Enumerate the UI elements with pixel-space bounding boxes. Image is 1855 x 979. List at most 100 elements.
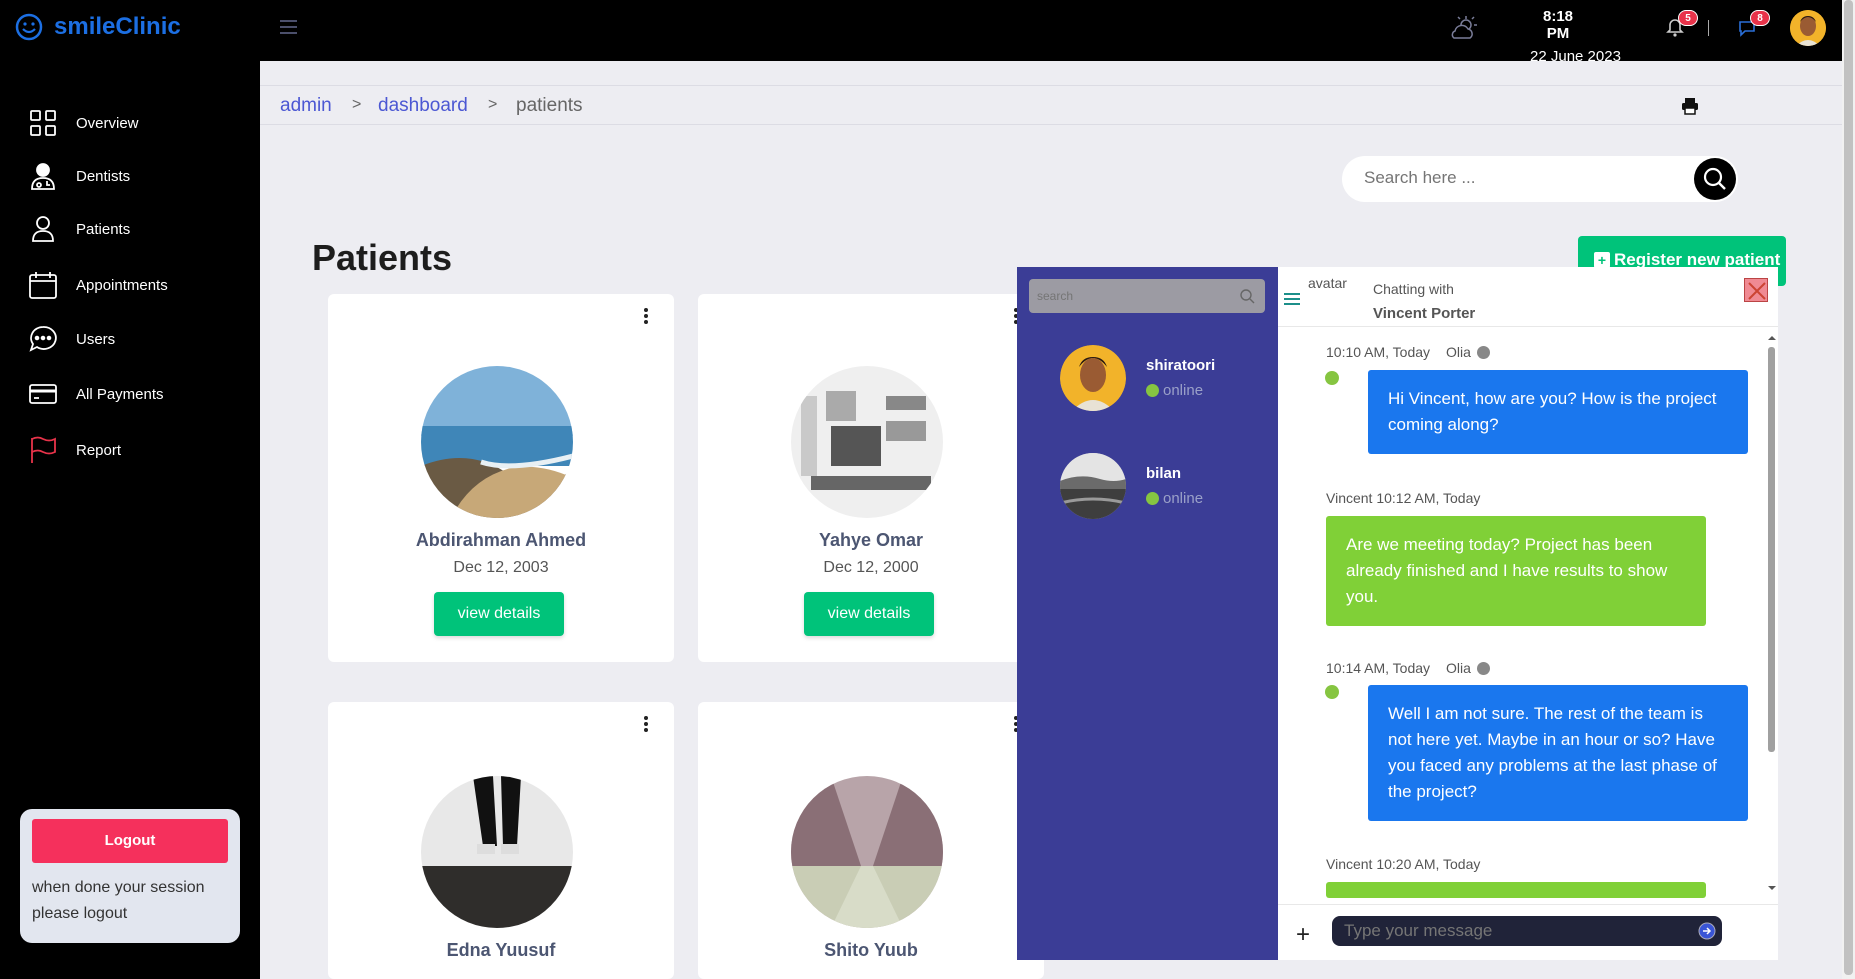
contact-status-label: online (1163, 382, 1204, 399)
more-options-icon[interactable] (644, 308, 648, 324)
contact-status-label: online (1163, 490, 1204, 507)
sidebar-item-label: Overview (76, 114, 139, 132)
chat-avatar-image: avatar (1308, 275, 1347, 291)
patient-dob: Dec 12, 2000 (823, 559, 919, 576)
chat-bubble-icon (29, 326, 57, 352)
message-input[interactable] (1344, 921, 1684, 941)
sidebar: Overview Dentists Patients Appointments … (0, 61, 260, 979)
search-bar (1342, 156, 1738, 202)
breadcrumb-admin[interactable]: admin (280, 95, 332, 117)
close-icon[interactable] (1744, 278, 1768, 302)
sidebar-item-all-payments[interactable]: All Payments (28, 379, 164, 409)
sidebar-item-label: Patients (76, 220, 131, 238)
sidebar-item-overview[interactable]: Overview (28, 108, 139, 138)
page-scrollbar[interactable] (1842, 0, 1855, 979)
message-sender: Olia (1446, 660, 1471, 676)
chat-scrollbar[interactable] (1766, 333, 1776, 893)
credit-card-icon (29, 384, 57, 404)
search-icon (1703, 167, 1726, 190)
breadcrumb-patients: patients (516, 95, 583, 116)
chat-search (1029, 279, 1265, 313)
sidebar-item-appointments[interactable]: Appointments (28, 270, 168, 300)
chevron-right-icon: > (352, 96, 362, 113)
menu-toggle-icon[interactable] (280, 20, 297, 36)
chat-message: Well I am not sure. The rest of the team… (1368, 685, 1748, 821)
chat-header: avatar Chatting with Vincent Porter (1278, 267, 1778, 327)
search-input[interactable] (1364, 168, 1664, 188)
doctor-icon (31, 163, 55, 190)
flag-icon (31, 436, 56, 463)
print-icon[interactable] (1680, 96, 1700, 116)
contact-status: online (1146, 490, 1203, 507)
patient-photo (791, 776, 943, 928)
patient-card: Shito Yuub (698, 702, 1044, 979)
sidebar-item-label: All Payments (76, 385, 164, 403)
message-sender: Olia (1446, 344, 1471, 360)
message-time: 10:10 AM, Today (1326, 344, 1431, 360)
chat-contacts-panel: shiratoori online bilan online (1017, 267, 1278, 960)
attach-plus-icon[interactable]: + (1296, 921, 1310, 949)
chat-search-input[interactable] (1037, 289, 1227, 303)
view-details-button[interactable]: view details (804, 592, 934, 636)
chatting-with-label: Chatting with (1373, 281, 1454, 297)
plus-icon: + (1594, 252, 1610, 268)
breadcrumb-dashboard[interactable]: dashboard (378, 95, 468, 117)
contact-avatar (1060, 453, 1126, 519)
send-icon[interactable] (1698, 922, 1716, 940)
clock-date: 22 June 2023 (1530, 48, 1621, 65)
user-avatar[interactable] (1790, 10, 1826, 46)
chat-menu-icon[interactable] (1284, 293, 1300, 307)
sidebar-item-dentists[interactable]: Dentists (28, 161, 130, 191)
calendar-icon (29, 272, 57, 299)
contact-name: shiratoori (1146, 357, 1216, 374)
sidebar-item-report[interactable]: Report (28, 435, 121, 465)
contact-item[interactable]: bilan online (1060, 453, 1203, 519)
logout-panel: Logout when done your session please log… (20, 809, 240, 943)
breadcrumb: admin > dashboard > patients (260, 85, 1842, 125)
notification-badge: 5 (1678, 10, 1698, 26)
patient-photo (421, 366, 573, 518)
clock: 8:18 PM 22 June 2023 (1530, 8, 1621, 65)
more-options-icon[interactable] (644, 716, 648, 732)
patient-dob: Dec 12, 2003 (453, 559, 549, 576)
patient-card: Yahye Omar Dec 12, 2000 view details (698, 294, 1044, 662)
chat-partner-name: Vincent Porter (1373, 305, 1476, 322)
patient-photo (791, 366, 943, 518)
sidebar-item-label: Report (76, 441, 122, 459)
chevron-right-icon: > (488, 96, 498, 113)
sidebar-item-patients[interactable]: Patients (28, 214, 130, 244)
weather-cloud-sun-icon (1451, 16, 1477, 39)
contact-status: online (1146, 382, 1215, 399)
message-input-wrapper (1332, 916, 1722, 946)
contact-item[interactable]: shiratoori online (1060, 345, 1215, 411)
contact-avatar (1060, 345, 1126, 411)
patient-card: Edna Yuusuf (328, 702, 674, 979)
logout-note: when done your session please logout (32, 879, 205, 922)
clock-time: 8:18 PM (1542, 8, 1574, 42)
chat-message: Are we meeting today? Project has been a… (1326, 516, 1706, 626)
sidebar-item-label: Appointments (76, 276, 168, 294)
brand[interactable]: smileClinic (14, 12, 181, 42)
top-bar: smileClinic 8:18 PM 22 June 2023 5 8 (0, 0, 1855, 65)
online-dot-icon (1146, 384, 1159, 397)
search-button[interactable] (1694, 158, 1736, 200)
chat-conversation-panel: avatar Chatting with Vincent Porter 10:1… (1278, 267, 1778, 960)
online-dot-icon (1325, 685, 1339, 699)
sidebar-item-users[interactable]: Users (28, 324, 115, 354)
brand-name: smileClinic (54, 13, 181, 40)
status-dot-icon (1476, 345, 1490, 359)
header-divider (1708, 20, 1709, 36)
patient-photo (421, 776, 573, 928)
patient-card: Abdirahman Ahmed Dec 12, 2003 view detai… (328, 294, 674, 662)
sidebar-item-label: Dentists (76, 167, 131, 185)
message-meta: 10:14 AM, Today Olia (1326, 660, 1490, 676)
patient-name: Abdirahman Ahmed (415, 530, 587, 550)
user-icon (32, 216, 54, 242)
sidebar-item-label: Users (76, 330, 116, 348)
logout-button[interactable]: Logout (32, 819, 228, 863)
view-details-button[interactable]: view details (434, 592, 564, 636)
chat-message (1326, 882, 1706, 898)
status-dot-icon (1476, 661, 1490, 675)
message-meta: Vincent 10:20 AM, Today (1326, 856, 1481, 872)
messages-badge: 8 (1750, 10, 1770, 26)
